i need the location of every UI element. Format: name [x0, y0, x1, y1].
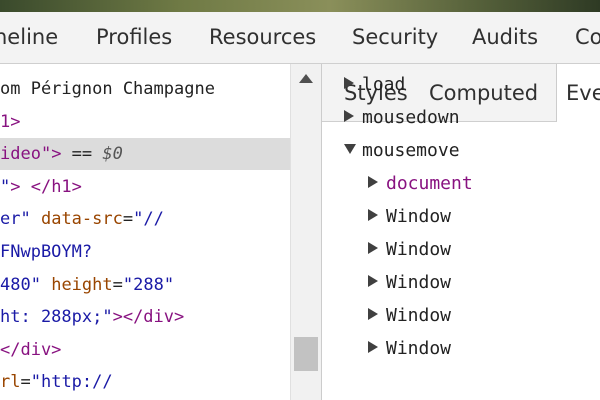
dom-node-line[interactable]: rl="http://	[0, 366, 290, 398]
elements-sidebar: Styles Computed Eve load mousedown mousemo…	[322, 64, 600, 400]
dom-token: height	[51, 274, 113, 295]
dom-node-line[interactable]: ht: 288px;"></div>	[0, 301, 290, 333]
event-label: mousemove	[362, 140, 460, 161]
dom-token: rl	[0, 372, 21, 393]
dom-token: ideo	[0, 144, 41, 165]
expand-down-triangle-icon[interactable]	[344, 144, 356, 154]
elements-scrollbar[interactable]	[290, 64, 321, 400]
expand-right-triangle-icon[interactable]	[344, 77, 354, 89]
event-label: Window	[386, 272, 452, 293]
event-label: document	[386, 173, 473, 194]
tab-profiles[interactable]: Profiles	[96, 12, 172, 63]
devtools-tab-bar: neline Profiles Resources Security Audit…	[0, 12, 600, 64]
dom-token: "http://	[30, 372, 113, 393]
event-label: Window	[386, 206, 452, 227]
dom-token: FNwpBOYM?	[0, 242, 93, 262]
dom-token: om Pérignon Champagne	[0, 79, 215, 99]
dom-token: > </h1>	[10, 176, 82, 197]
event-label: Window	[386, 338, 452, 359]
event-type-load[interactable]: load	[344, 69, 405, 101]
dom-token: er"	[0, 209, 31, 230]
browser-top-strip	[0, 0, 600, 12]
expand-right-triangle-icon[interactable]	[368, 341, 378, 353]
event-listener-target[interactable]: document	[368, 168, 473, 200]
scroll-thumb[interactable]	[294, 337, 318, 371]
event-label: Window	[386, 239, 452, 260]
dom-token: </div>	[0, 339, 62, 360]
dom-token: $0	[102, 144, 123, 165]
expand-right-triangle-icon[interactable]	[368, 209, 378, 221]
dom-token	[41, 275, 51, 295]
scroll-up-arrow-icon[interactable]	[299, 74, 313, 83]
dom-token: 1>	[0, 111, 21, 132]
dom-token: ==	[61, 144, 103, 165]
tab-console[interactable]: Co	[575, 12, 600, 63]
dom-token: "	[0, 176, 11, 197]
tab-event-listeners[interactable]: Eve	[556, 64, 600, 122]
dom-token: "288"	[122, 274, 175, 295]
dom-token	[31, 209, 41, 229]
expand-right-triangle-icon[interactable]	[368, 242, 378, 254]
expand-right-triangle-icon[interactable]	[344, 110, 354, 122]
tab-timeline[interactable]: neline	[0, 12, 58, 63]
dom-node-line[interactable]: </div>	[0, 334, 290, 366]
dom-token: data-src	[40, 209, 123, 230]
event-listener-target[interactable]: Window	[368, 333, 451, 365]
dom-node-line[interactable]: 480" height="288"	[0, 269, 290, 301]
dom-node-line[interactable]: "> </h1>	[0, 171, 290, 203]
dom-token: ht: 288px;"	[0, 307, 113, 328]
event-listener-target[interactable]: Window	[368, 234, 451, 266]
selected-dom-node[interactable]: ideo"> == $0	[0, 138, 290, 171]
tab-audits[interactable]: Audits	[472, 12, 538, 63]
tab-security[interactable]: Security	[352, 12, 438, 63]
expand-right-triangle-icon[interactable]	[368, 176, 378, 188]
dom-token: 480"	[0, 274, 41, 295]
dom-token: ></div>	[112, 307, 185, 328]
dom-token: =	[122, 209, 134, 230]
dom-node-line[interactable]: om Pérignon Champagne	[0, 73, 290, 105]
dom-node-line[interactable]: er" data-src="//	[0, 203, 290, 235]
event-listener-target[interactable]: Window	[368, 300, 451, 332]
event-type-mousemove[interactable]: mousemove	[344, 135, 460, 167]
dom-token: =	[112, 274, 123, 295]
event-label: mousedown	[362, 107, 460, 128]
dom-token: ">	[40, 144, 62, 165]
event-label: load	[362, 74, 406, 95]
dom-token: "//	[133, 209, 164, 230]
event-listener-target[interactable]: Window	[368, 201, 451, 233]
expand-right-triangle-icon[interactable]	[368, 308, 378, 320]
elements-tree: om Pérignon Champagne 1> ideo"> == $0 "> </…	[0, 64, 290, 400]
event-label: Window	[386, 305, 452, 326]
expand-right-triangle-icon[interactable]	[368, 275, 378, 287]
tab-resources[interactable]: Resources	[209, 12, 316, 63]
dom-node-line[interactable]: 1>	[0, 106, 290, 138]
event-type-mousedown[interactable]: mousedown	[344, 102, 460, 134]
dom-node-line[interactable]: FNwpBOYM?	[0, 236, 290, 268]
dom-token: =	[20, 372, 31, 393]
event-listener-target[interactable]: Window	[368, 267, 451, 299]
